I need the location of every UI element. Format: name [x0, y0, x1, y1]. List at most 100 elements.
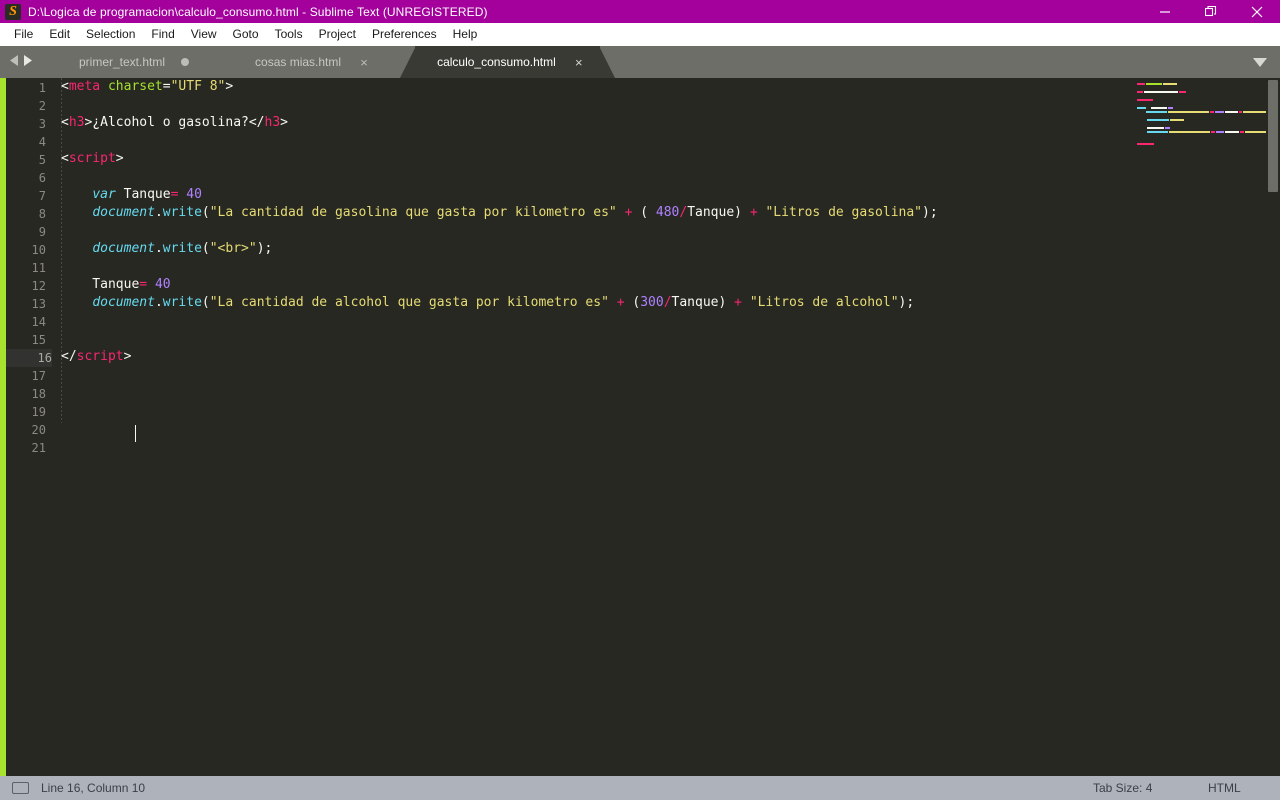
editor-area[interactable]: 1 2 3 4 5 6 7 8 9 10 11 12 13 14 15 16 17 18 19 20 21 <meta … [0, 78, 1280, 776]
status-syntax[interactable]: HTML [1208, 781, 1241, 795]
console-icon[interactable] [12, 782, 29, 794]
minimap-segment [1179, 91, 1186, 93]
minimap-segment [1163, 83, 1177, 85]
tab-primer-text[interactable]: primer_text.html [42, 46, 219, 78]
chevron-down-icon[interactable] [1240, 46, 1280, 78]
line-number: 20 [31, 423, 46, 437]
minimap-segment [1137, 99, 1153, 101]
arrow-right-icon[interactable] [23, 53, 32, 71]
code-token: > [115, 151, 124, 166]
minimap[interactable] [1131, 78, 1266, 776]
code-token: write [162, 241, 202, 256]
code-token: ( [201, 241, 210, 256]
code-token: "<br>" [209, 241, 257, 256]
line-number: 10 [31, 243, 46, 257]
arrow-left-icon[interactable] [10, 53, 19, 71]
minimize-button[interactable] [1142, 0, 1188, 23]
menu-item-goto[interactable]: Goto [225, 24, 267, 45]
menu-item-view[interactable]: View [183, 24, 225, 45]
tab-cosas-mias[interactable]: cosas mias.html × [218, 46, 401, 78]
code-token: / [663, 295, 672, 310]
line-number-gutter: 1 2 3 4 5 6 7 8 9 10 11 12 13 14 15 16 17 18 19 20 21 [6, 78, 52, 776]
tab-close-icon[interactable]: × [572, 55, 586, 69]
code-token: "Litros de alcohol" [749, 295, 899, 310]
minimap-segment [1169, 131, 1211, 133]
tab-label: calculo_consumo.html [437, 55, 556, 69]
menu-item-help[interactable]: Help [445, 24, 486, 45]
tab-slant-left [400, 46, 417, 78]
minimap-segment [1238, 111, 1243, 113]
menu-item-preferences[interactable]: Preferences [364, 24, 445, 45]
code-line: <h3>¿Alcohol o gasolina?</h3> [61, 114, 1131, 132]
code-token: Tanque [115, 187, 171, 202]
restore-button[interactable] [1188, 0, 1234, 23]
tab-calculo-consumo[interactable]: calculo_consumo.html × [400, 46, 615, 78]
code-token: 300 [640, 295, 664, 310]
code-line: <script> [61, 150, 1131, 168]
code-content[interactable]: <meta charset="UTF 8"> <h3>¿Alcohol o ga… [61, 78, 1131, 776]
code-token: = [139, 277, 148, 292]
code-token: "La cantidad de gasolina que gasta por k… [209, 205, 617, 220]
menu-item-edit[interactable]: Edit [41, 24, 78, 45]
code-token: . [154, 241, 163, 256]
minimap-segment [1144, 91, 1178, 93]
minimap-segment [1224, 131, 1239, 133]
code-token: document [92, 241, 155, 256]
line-number: 17 [31, 369, 46, 383]
line-number: 15 [31, 333, 46, 347]
line-number: 19 [31, 405, 46, 419]
minimap-segment [1147, 107, 1150, 109]
menu-item-file[interactable]: File [6, 24, 41, 45]
code-token: ); [256, 241, 273, 256]
menu-item-project[interactable]: Project [311, 24, 364, 45]
line-number: 6 [38, 171, 46, 185]
status-tab-size[interactable]: Tab Size: 4 [1093, 781, 1152, 795]
code-token: document [92, 205, 155, 220]
vertical-scrollbar-thumb[interactable] [1268, 80, 1278, 192]
code-token: Tanque [61, 277, 140, 292]
code-token: 40 [186, 187, 202, 202]
line-number: 1 [38, 81, 46, 95]
code-token: / [679, 205, 688, 220]
line-number: 21 [31, 441, 46, 455]
minimap-segment [1216, 131, 1224, 133]
minimap-line [1137, 142, 1266, 146]
menu-item-selection[interactable]: Selection [78, 24, 143, 45]
text-cursor [135, 425, 136, 442]
code-token: script [76, 349, 124, 364]
code-token: "Litros de gasolina" [765, 205, 923, 220]
line-number: 5 [38, 153, 46, 167]
code-token: < [61, 79, 69, 94]
code-token: = [162, 79, 171, 94]
minimap-segment [1137, 143, 1154, 145]
line-number: 12 [31, 279, 46, 293]
code-line: var Tanque= 40 [61, 186, 1131, 204]
tab-close-icon[interactable]: × [357, 55, 371, 69]
vertical-scrollbar[interactable] [1266, 78, 1280, 776]
minimap-segment [1168, 111, 1210, 113]
code-token: < [61, 115, 69, 130]
minimap-segment [1151, 107, 1167, 109]
code-token: </ [61, 349, 77, 364]
menu-item-find[interactable]: Find [143, 24, 182, 45]
code-token: ( [624, 295, 641, 310]
code-token: ( [632, 205, 656, 220]
close-button[interactable] [1234, 0, 1280, 23]
tab-dirty-indicator[interactable] [181, 58, 190, 66]
tab-navigation [0, 46, 42, 78]
minimap-segment [1137, 83, 1145, 85]
code-line: <meta charset="UTF 8"> [61, 78, 1131, 96]
line-number: 9 [38, 225, 46, 239]
menu-item-tools[interactable]: Tools [267, 24, 311, 45]
minimap-segment [1137, 127, 1146, 129]
